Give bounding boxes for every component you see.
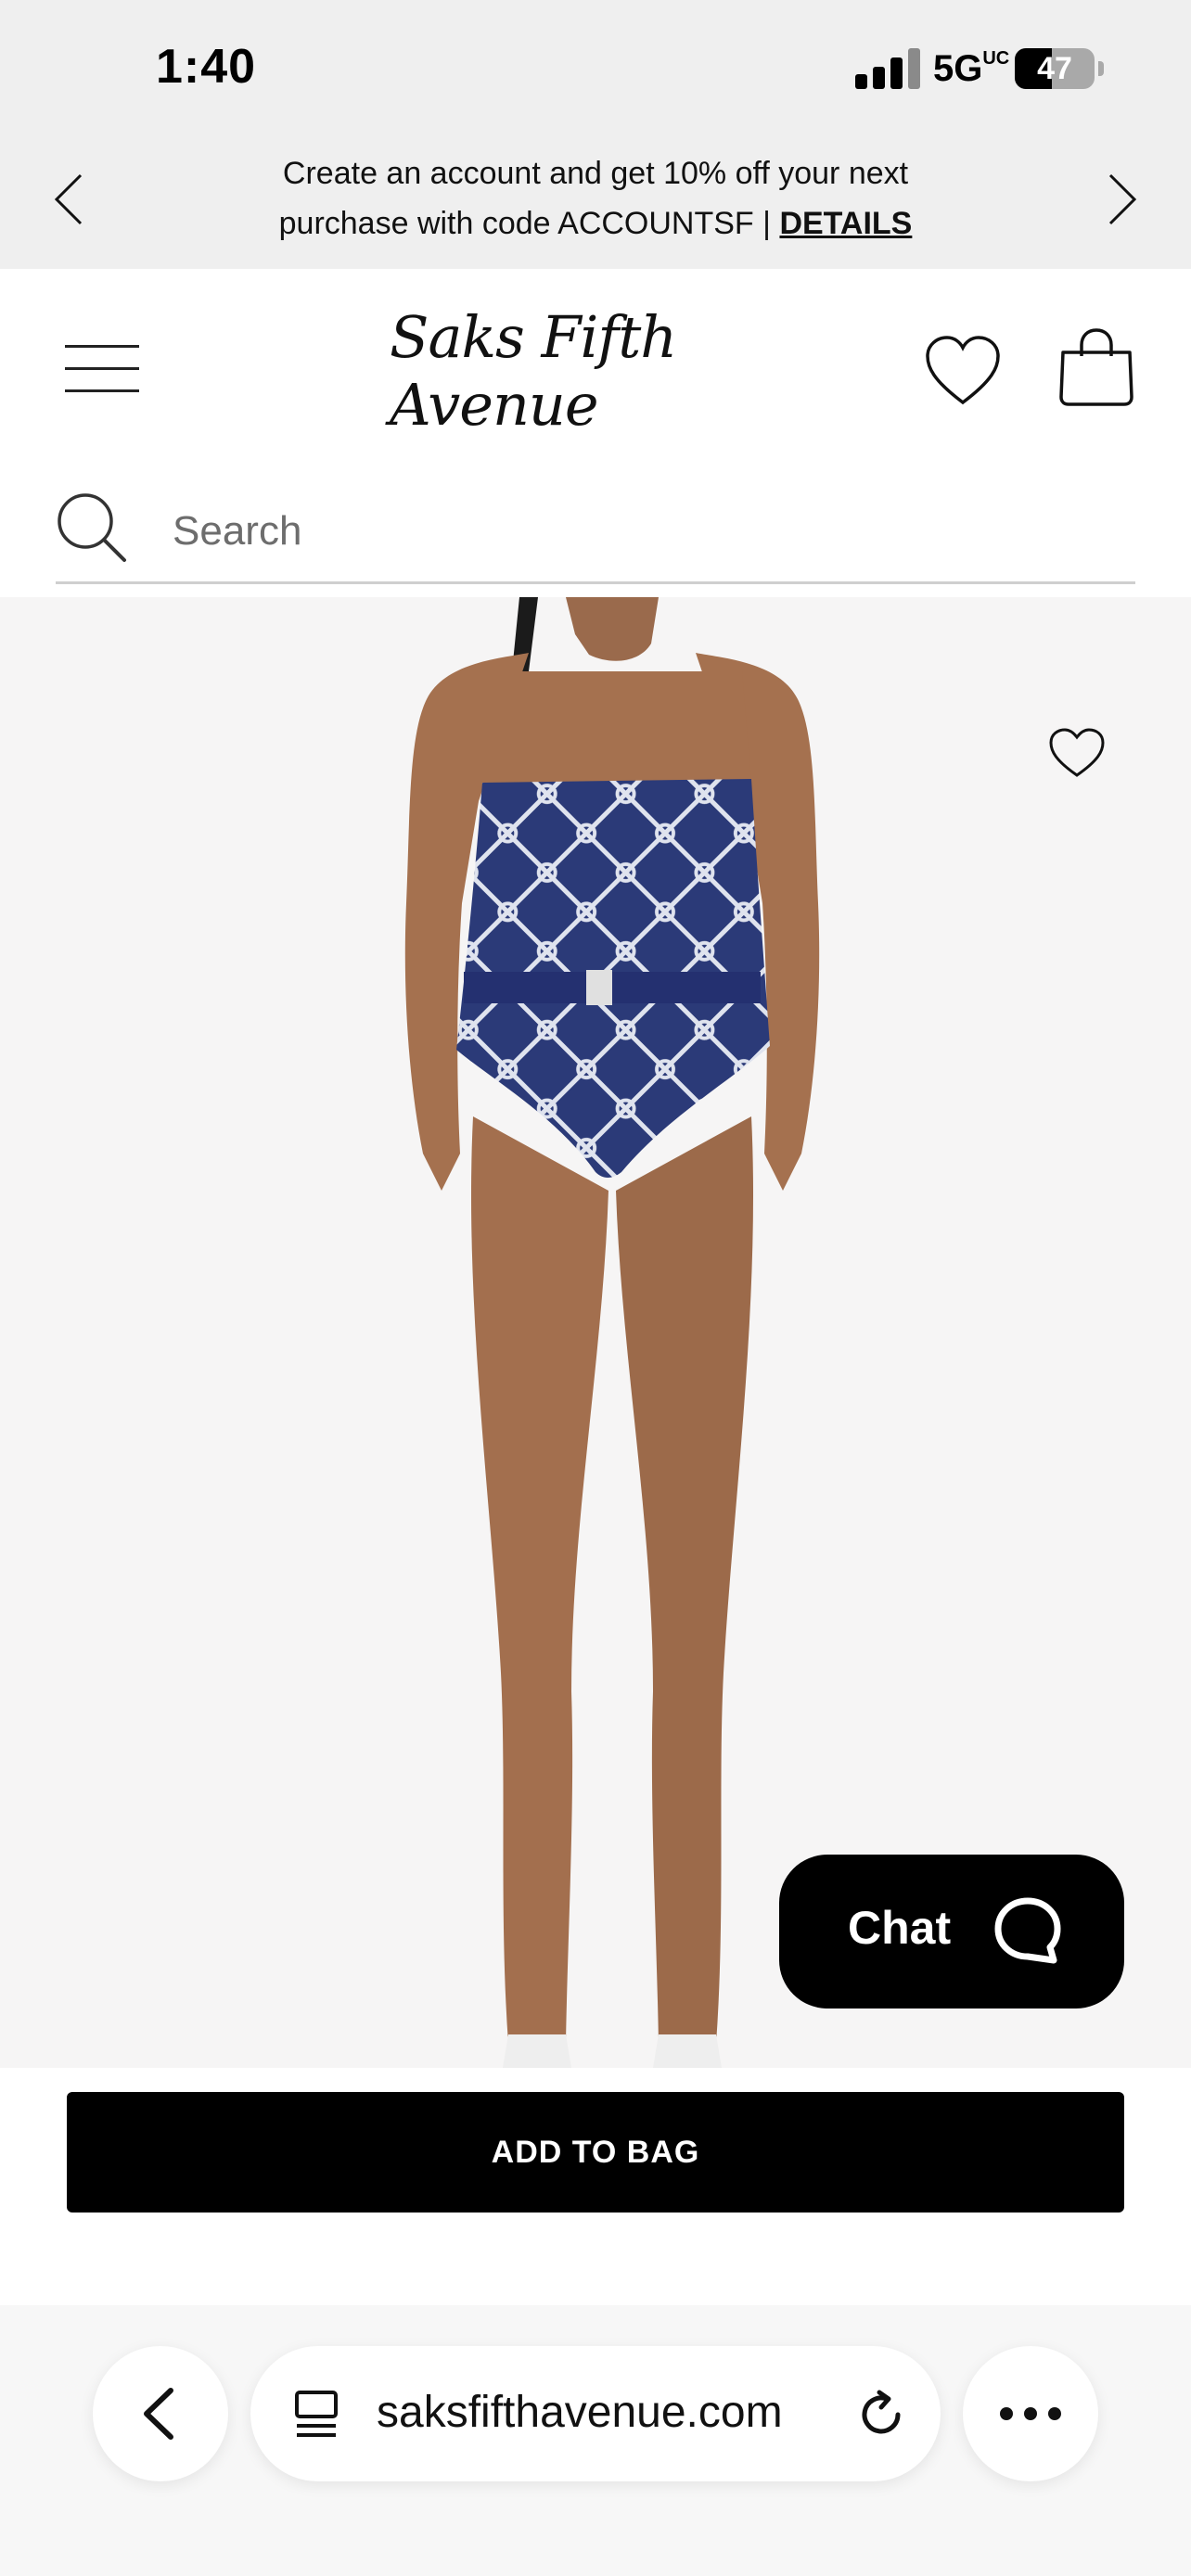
heart-icon <box>1049 728 1105 777</box>
tabs-icon <box>295 2391 338 2437</box>
chevron-left-icon <box>54 173 83 225</box>
chat-bubble-icon <box>994 1897 1061 1964</box>
ellipsis-icon <box>1000 2407 1061 2420</box>
reload-icon[interactable] <box>853 2387 909 2442</box>
battery-icon: 47 <box>1015 48 1095 89</box>
chat-label: Chat <box>848 1902 952 1954</box>
network-indicator: 5GUC <box>933 48 1009 90</box>
chat-button[interactable]: Chat <box>779 1855 1124 2009</box>
battery-tip <box>1098 61 1104 76</box>
promo-prev-button[interactable] <box>37 167 102 232</box>
network-label: 5G <box>933 48 983 89</box>
address-bar[interactable]: saksfifthavenue.com <box>250 2346 941 2481</box>
wishlist-button[interactable] <box>924 334 1002 408</box>
battery-percent: 47 <box>1037 51 1072 86</box>
promo-text: Create an account and get 10% off your n… <box>186 148 1005 249</box>
chevron-right-icon <box>1108 173 1137 225</box>
search-icon <box>58 493 126 562</box>
promo-line-2-text: purchase with code ACCOUNTSF | <box>278 206 771 241</box>
more-options-button[interactable] <box>963 2346 1098 2481</box>
signal-icon <box>855 48 920 89</box>
promo-line-1: Create an account and get 10% off your n… <box>282 156 909 191</box>
promo-details-link[interactable]: DETAILS <box>779 206 912 241</box>
shopping-bag-icon <box>1059 328 1133 406</box>
menu-button[interactable] <box>65 343 139 395</box>
status-bar: 1:40 5GUC 47 <box>0 0 1191 130</box>
add-to-bag-button[interactable]: ADD TO BAG <box>67 2092 1124 2213</box>
search-bar <box>56 482 1135 584</box>
chevron-left-icon <box>144 2388 173 2440</box>
network-suffix: UC <box>982 48 1010 69</box>
url-text: saksfifthavenue.com <box>377 2388 783 2437</box>
saks-logo[interactable]: Saks Fifth Avenue <box>390 303 801 439</box>
status-time: 1:40 <box>156 40 257 94</box>
product-image[interactable] <box>0 597 1191 2068</box>
site-header: Saks Fifth Avenue <box>0 269 1191 482</box>
shopping-bag-button[interactable] <box>1054 325 1139 410</box>
browser-back-button[interactable] <box>93 2346 228 2481</box>
browser-toolbar: saksfifthavenue.com <box>0 2305 1191 2576</box>
search-input[interactable] <box>173 499 1100 564</box>
favorite-button[interactable] <box>1048 727 1106 779</box>
heart-icon <box>926 336 1000 405</box>
promo-line-2: purchase with code ACCOUNTSF | DETAILS <box>186 198 1005 249</box>
promo-next-button[interactable] <box>1089 167 1154 232</box>
promo-banner: Create an account and get 10% off your n… <box>0 139 1191 260</box>
product-photo <box>404 597 820 2068</box>
